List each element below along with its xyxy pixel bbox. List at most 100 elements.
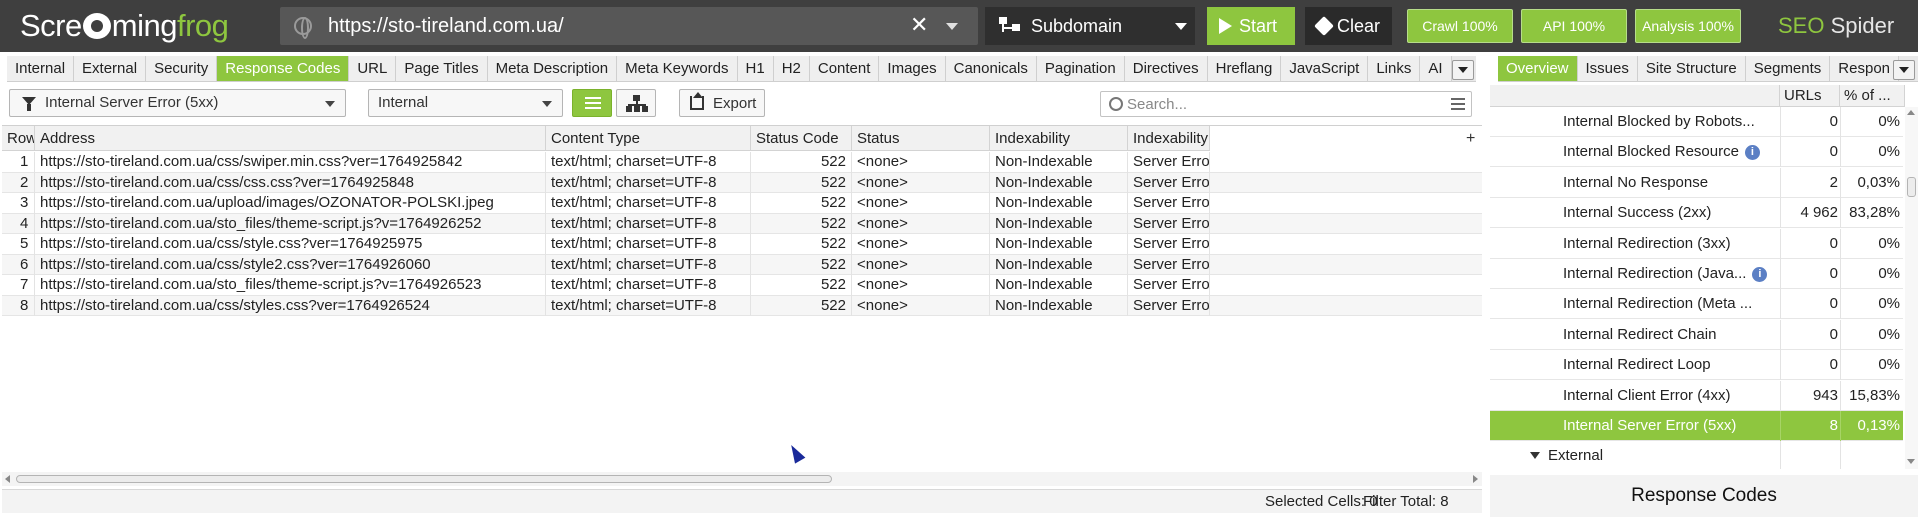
status-code-cell[interactable]: 522 <box>751 254 852 275</box>
row-number[interactable]: 3 <box>2 193 35 214</box>
tab-images[interactable]: Images <box>879 56 946 81</box>
content-type-cell[interactable]: text/html; charset=UTF-8 <box>546 254 751 275</box>
overview-item[interactable]: Internal Redirect Loop 0 0% <box>1490 350 1903 381</box>
content-type-cell[interactable]: text/html; charset=UTF-8 <box>546 193 751 214</box>
clear-button[interactable]: Clear <box>1305 7 1392 45</box>
indexability-status-cell[interactable]: Server Error <box>1128 213 1210 234</box>
table-row[interactable]: 1 https://sto-tireland.com.ua/css/swiper.… <box>2 152 1482 173</box>
overview-item[interactable]: Internal Redirection (Meta ... 0 0% <box>1490 289 1903 320</box>
expand-triangle-icon[interactable] <box>1530 452 1540 460</box>
overview-item[interactable]: Internal Client Error (4xx) 943 15,83% <box>1490 380 1903 411</box>
tab-canonicals[interactable]: Canonicals <box>945 56 1037 81</box>
status-code-cell[interactable]: 522 <box>751 193 852 214</box>
status-cell[interactable]: <none> <box>852 275 990 296</box>
indexability-cell[interactable]: Non-Indexable <box>990 234 1128 255</box>
status-cell[interactable]: <none> <box>852 152 990 173</box>
row-number[interactable]: 1 <box>2 152 35 173</box>
tab-h1[interactable]: H1 <box>737 56 774 81</box>
status-code-cell[interactable]: 522 <box>751 275 852 296</box>
tab-h2[interactable]: H2 <box>773 56 810 81</box>
tab-page-titles[interactable]: Page Titles <box>396 56 488 81</box>
indexability-header[interactable]: Indexability <box>990 126 1128 151</box>
indexability-status-cell[interactable]: Server Error <box>1128 295 1210 316</box>
crawl-mode-select[interactable]: Subdomain <box>985 7 1195 45</box>
table-row[interactable]: 3 https://sto-tireland.com.ua/upload/imag… <box>2 193 1482 214</box>
tab-meta-keywords[interactable]: Meta Keywords <box>617 56 738 81</box>
tab-ai[interactable]: AI <box>1420 56 1452 81</box>
clear-url-icon[interactable]: ✕ <box>910 14 928 36</box>
info-icon[interactable]: i <box>1752 267 1768 282</box>
search-box[interactable] <box>1100 91 1472 117</box>
tab-meta-description[interactable]: Meta Description <box>487 56 618 81</box>
tab-internal[interactable]: Internal <box>7 56 75 81</box>
side-tab-overview[interactable]: Overview <box>1498 56 1578 81</box>
overview-group-external[interactable]: External <box>1490 441 1903 469</box>
tab-content[interactable]: Content <box>809 56 880 81</box>
table-row[interactable]: 2 https://sto-tireland.com.ua/css/css.css… <box>2 172 1482 193</box>
row-header[interactable]: Row <box>2 126 35 151</box>
overview-item[interactable]: Internal Redirect Chain 0 0% <box>1490 319 1903 350</box>
indexability-status-cell[interactable]: Server Error <box>1128 234 1210 255</box>
overview-item[interactable]: Internal No Response 2 0,03% <box>1490 167 1903 198</box>
overview-name-header[interactable] <box>1490 85 1780 107</box>
status-cell[interactable]: <none> <box>852 193 990 214</box>
status-cell[interactable]: <none> <box>852 295 990 316</box>
more-tabs-chevron-icon[interactable] <box>1452 60 1474 80</box>
table-row[interactable]: 5 https://sto-tireland.com.ua/css/style.c… <box>2 234 1482 255</box>
indexability-status-cell[interactable]: Server Error <box>1128 193 1210 214</box>
analysis-progress[interactable]: Analysis 100% <box>1635 9 1741 43</box>
address-header[interactable]: Address <box>35 126 546 151</box>
address-cell[interactable]: https://sto-tireland.com.ua/css/css.css?… <box>35 172 546 193</box>
content-type-cell[interactable]: text/html; charset=UTF-8 <box>546 234 751 255</box>
indexability-cell[interactable]: Non-Indexable <box>990 213 1128 234</box>
table-row[interactable]: 7 https://sto-tireland.com.ua/sto_files/t… <box>2 275 1482 296</box>
content-type-header[interactable]: Content Type <box>546 126 751 151</box>
overview-percent-header[interactable]: % of ... <box>1840 85 1905 107</box>
table-row[interactable]: 8 https://sto-tireland.com.ua/css/styles.… <box>2 295 1482 316</box>
status-cell[interactable]: <none> <box>852 172 990 193</box>
address-cell[interactable]: https://sto-tireland.com.ua/css/styles.c… <box>35 295 546 316</box>
url-input[interactable]: https://sto-tireland.com.ua/ <box>328 15 564 38</box>
status-code-cell[interactable]: 522 <box>751 172 852 193</box>
address-cell[interactable]: https://sto-tireland.com.ua/sto_files/th… <box>35 213 546 234</box>
table-row[interactable]: 4 https://sto-tireland.com.ua/sto_files/t… <box>2 213 1482 234</box>
status-cell[interactable]: <none> <box>852 213 990 234</box>
address-cell[interactable]: https://sto-tireland.com.ua/upload/image… <box>35 193 546 214</box>
scroll-up-icon[interactable] <box>1907 110 1915 115</box>
overview-item[interactable]: Internal Server Error (5xx) 8 0,13% <box>1490 411 1903 441</box>
search-options-icon[interactable] <box>1451 98 1465 110</box>
status-code-cell[interactable]: 522 <box>751 234 852 255</box>
row-number[interactable]: 7 <box>2 275 35 296</box>
tree-view-button[interactable] <box>616 89 656 117</box>
address-cell[interactable]: https://sto-tireland.com.ua/css/swiper.m… <box>35 152 546 173</box>
status-code-cell[interactable]: 522 <box>751 295 852 316</box>
row-number[interactable]: 6 <box>2 254 35 275</box>
status-cell[interactable]: <none> <box>852 254 990 275</box>
overview-urls-header[interactable]: URLs <box>1780 85 1840 107</box>
more-side-tabs-chevron-icon[interactable] <box>1893 60 1915 80</box>
address-cell[interactable]: https://sto-tireland.com.ua/css/style2.c… <box>35 254 546 275</box>
status-code-cell[interactable]: 522 <box>751 152 852 173</box>
indexability-cell[interactable]: Non-Indexable <box>990 172 1128 193</box>
tab-response-codes[interactable]: Response Codes <box>217 56 350 81</box>
tab-javascript[interactable]: JavaScript <box>1281 56 1369 81</box>
tab-links[interactable]: Links <box>1368 56 1421 81</box>
indexability-status-cell[interactable]: Server Error <box>1128 152 1210 173</box>
indexability-cell[interactable]: Non-Indexable <box>990 275 1128 296</box>
indexability-status-cell[interactable]: Server Error <box>1128 172 1210 193</box>
start-button[interactable]: Start <box>1207 7 1295 45</box>
status-code-cell[interactable]: 522 <box>751 213 852 234</box>
indexability-cell[interactable]: Non-Indexable <box>990 193 1128 214</box>
status-cell[interactable]: <none> <box>852 234 990 255</box>
indexability-status-header[interactable]: Indexability <box>1128 126 1210 151</box>
status-header[interactable]: Status <box>852 126 990 151</box>
status-code-header[interactable]: Status Code <box>751 126 852 151</box>
scroll-down-icon[interactable] <box>1907 459 1915 464</box>
row-number[interactable]: 8 <box>2 295 35 316</box>
indexability-cell[interactable]: Non-Indexable <box>990 254 1128 275</box>
filter-select[interactable]: Internal Server Error (5xx) <box>9 89 346 117</box>
overview-item[interactable]: Internal Redirection (Java... i 0 0% <box>1490 259 1903 289</box>
search-input[interactable] <box>1127 94 1427 114</box>
overview-item[interactable]: Internal Success (2xx) 4 962 83,28% <box>1490 198 1903 229</box>
vertical-scrollbar[interactable] <box>1905 107 1918 469</box>
